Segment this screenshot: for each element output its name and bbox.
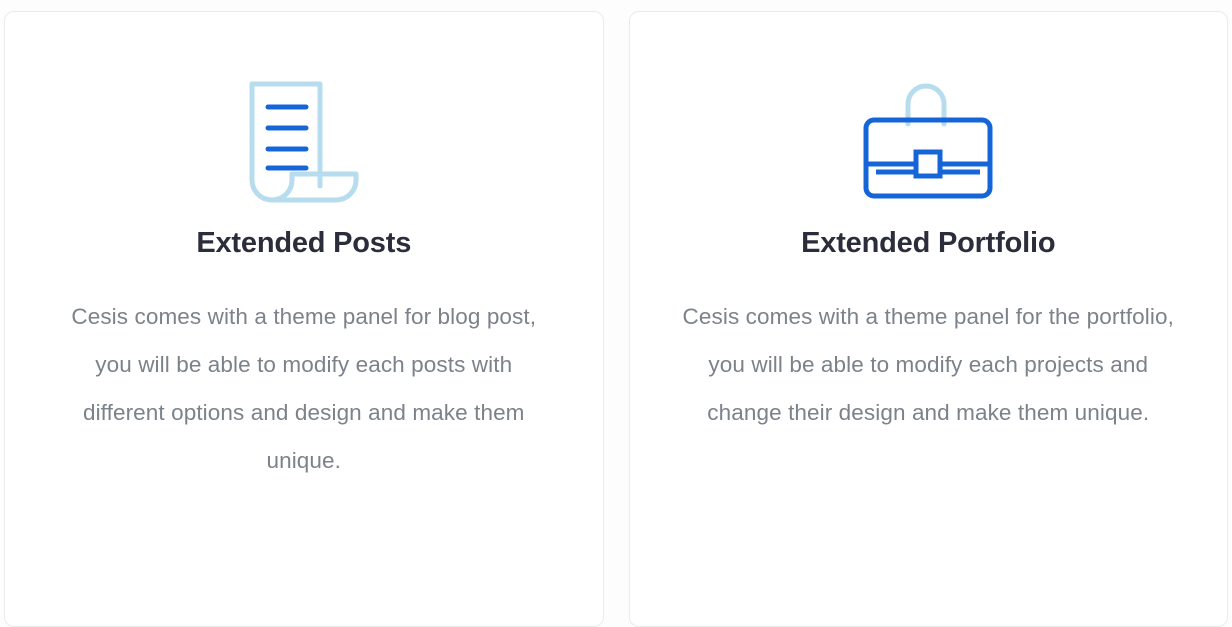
feature-card-extended-posts[interactable]: Extended Posts Cesis comes with a theme … [4,11,604,627]
card-title: Extended Posts [196,227,412,259]
document-scroll-icon [238,74,370,214]
card-description: Cesis comes with a theme panel for blog … [71,303,543,473]
card-description: Cesis comes with a theme panel for the p… [682,303,1187,425]
feature-cards-row: Extended Posts Cesis comes with a theme … [0,0,1232,627]
card-title: Extended Portfolio [801,227,1056,259]
feature-card-extended-portfolio[interactable]: Extended Portfolio Cesis comes with a th… [628,11,1228,627]
briefcase-icon [858,74,998,214]
